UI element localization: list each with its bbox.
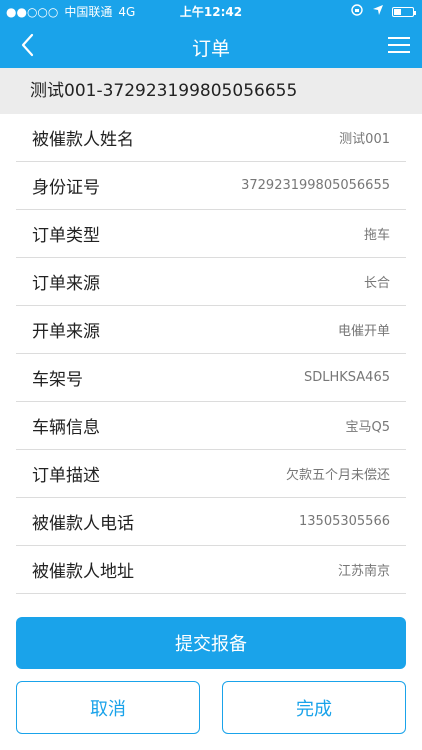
detail-value: 13505305566 — [299, 514, 390, 529]
detail-value: 拖车 — [363, 228, 390, 243]
detail-label: 车架号 — [32, 370, 83, 390]
rotation-lock-icon — [350, 3, 364, 20]
detail-value: 电催开单 — [337, 324, 390, 339]
location-arrow-icon — [372, 4, 384, 19]
status-right — [350, 3, 416, 20]
detail-value: 372923199805056655 — [241, 178, 390, 193]
detail-value: 测试001 — [339, 132, 390, 147]
nav-bar: 订单 — [0, 22, 422, 68]
detail-label: 身份证号 — [32, 178, 100, 198]
menu-button[interactable] — [384, 30, 414, 60]
detail-label: 开单来源 — [32, 322, 100, 342]
detail-row-issuing-source: 开单来源 电催开单 — [16, 306, 406, 354]
detail-row-vin: 车架号 SDLHKSA465 — [16, 354, 406, 402]
detail-label: 被催款人地址 — [32, 562, 134, 582]
detail-value: 宝马Q5 — [345, 420, 390, 435]
detail-row-description: 订单描述 欠款五个月未偿还 — [16, 450, 406, 498]
detail-row-id-number: 身份证号 372923199805056655 — [16, 162, 406, 210]
detail-label: 订单描述 — [32, 466, 100, 486]
order-detail-list: 被催款人姓名 测试001 身份证号 372923199805056655 订单类… — [16, 114, 406, 594]
detail-row-address: 被催款人地址 江苏南京 — [16, 546, 406, 594]
detail-value: 欠款五个月未偿还 — [285, 468, 390, 483]
detail-row-order-type: 订单类型 拖车 — [16, 210, 406, 258]
submit-report-button[interactable]: 提交报备 — [16, 617, 406, 669]
detail-label: 被催款人姓名 — [32, 130, 134, 150]
detail-row-phone: 被催款人电话 13505305566 — [16, 498, 406, 546]
hamburger-menu-icon — [388, 37, 410, 53]
cancel-button[interactable]: 取消 — [16, 681, 200, 734]
done-button[interactable]: 完成 — [222, 681, 406, 734]
battery-icon — [392, 6, 416, 17]
detail-label: 车辆信息 — [32, 418, 100, 438]
detail-label: 被催款人电话 — [32, 514, 134, 534]
detail-row-debtor-name: 被催款人姓名 测试001 — [16, 114, 406, 162]
detail-value: SDLHKSA465 — [303, 370, 390, 385]
detail-value: 江苏南京 — [337, 564, 390, 579]
detail-label: 订单来源 — [32, 274, 100, 294]
detail-row-order-source: 订单来源 长合 — [16, 258, 406, 306]
order-header: 测试001-372923199805056655 — [0, 68, 422, 114]
detail-row-vehicle-info: 车辆信息 宝马Q5 — [16, 402, 406, 450]
detail-label: 订单类型 — [32, 226, 100, 246]
status-bar: ●●○○○ 中国联通 4G 上午12:42 — [0, 0, 422, 22]
battery-fill — [394, 8, 401, 15]
detail-value: 长合 — [363, 276, 390, 291]
page-title: 订单 — [191, 38, 230, 60]
